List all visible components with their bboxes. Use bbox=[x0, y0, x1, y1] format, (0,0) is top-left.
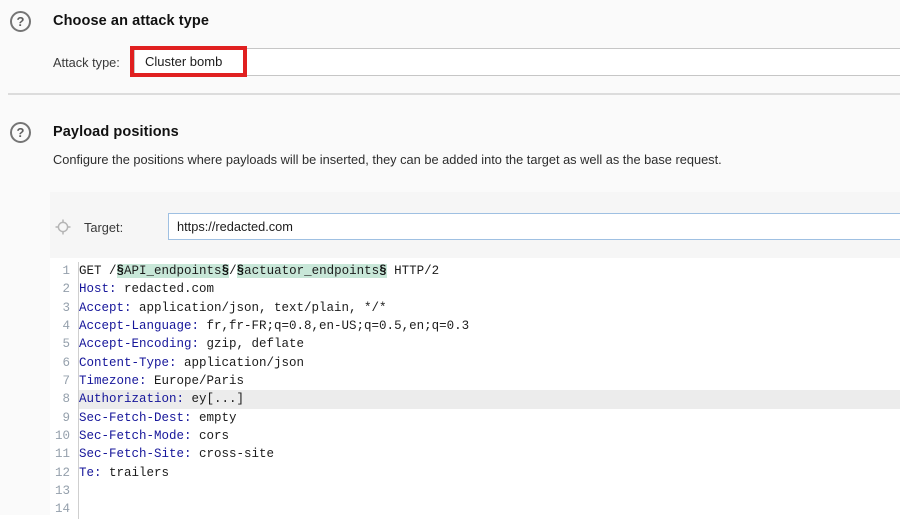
line-number: 13 bbox=[50, 482, 74, 500]
header-name: Accept-Encoding: bbox=[79, 337, 199, 351]
help-icon[interactable]: ? bbox=[10, 122, 31, 143]
line-number: 6 bbox=[50, 354, 74, 372]
request-text: cross-site bbox=[192, 447, 275, 461]
section-divider bbox=[8, 93, 900, 95]
request-line[interactable]: 7Timezone: Europe/Paris bbox=[50, 372, 900, 390]
line-content: Content-Type: application/json bbox=[74, 356, 304, 370]
target-toolbar: Target: bbox=[50, 192, 900, 258]
line-number: 9 bbox=[50, 409, 74, 427]
request-text: redacted.com bbox=[117, 282, 215, 296]
line-number: 11 bbox=[50, 445, 74, 463]
request-editor[interactable]: 1GET /§API_endpoints§/§actuator_endpoint… bbox=[50, 258, 900, 515]
request-line[interactable]: 2Host: redacted.com bbox=[50, 280, 900, 298]
request-text: ey[...] bbox=[184, 392, 244, 406]
payload-position-marker: § bbox=[117, 264, 125, 278]
line-content: Host: redacted.com bbox=[74, 282, 214, 296]
line-number: 7 bbox=[50, 372, 74, 390]
header-name: Te: bbox=[79, 466, 102, 480]
line-content: Sec-Fetch-Mode: cors bbox=[74, 429, 229, 443]
payload-positions-panel: Target: 1GET /§API_endpoints§/§actuator_… bbox=[50, 192, 900, 515]
request-line[interactable]: 13 bbox=[50, 482, 900, 500]
request-line[interactable]: 1GET /§API_endpoints§/§actuator_endpoint… bbox=[50, 262, 900, 280]
request-line[interactable]: 12Te: trailers bbox=[50, 464, 900, 482]
request-text: fr,fr-FR;q=0.8,en-US;q=0.5,en;q=0.3 bbox=[199, 319, 469, 333]
request-text: / bbox=[229, 264, 237, 278]
line-content: Authorization: ey[...] bbox=[74, 392, 244, 406]
payload-position: API_endpoints bbox=[124, 264, 222, 278]
line-number: 8 bbox=[50, 390, 74, 408]
line-number: 14 bbox=[50, 500, 74, 518]
target-label: Target: bbox=[84, 220, 123, 235]
payload-position-marker: § bbox=[222, 264, 230, 278]
request-line[interactable]: 3Accept: application/json, text/plain, *… bbox=[50, 299, 900, 317]
request-line[interactable]: 14 bbox=[50, 500, 900, 518]
payload-position-marker: § bbox=[379, 264, 387, 278]
attack-type-dropdown[interactable]: Cluster bomb bbox=[134, 48, 900, 76]
line-number: 2 bbox=[50, 280, 74, 298]
request-text: application/json, text/plain, */* bbox=[132, 301, 387, 315]
line-content: Sec-Fetch-Site: cross-site bbox=[74, 447, 274, 461]
attack-type-section-title: Choose an attack type bbox=[53, 13, 209, 29]
header-name: Content-Type: bbox=[79, 356, 177, 370]
line-number: 3 bbox=[50, 299, 74, 317]
request-line[interactable]: 5Accept-Encoding: gzip, deflate bbox=[50, 335, 900, 353]
target-crosshair-icon bbox=[55, 219, 71, 235]
header-name: Timezone: bbox=[79, 374, 147, 388]
request-text: trailers bbox=[102, 466, 170, 480]
line-number: 1 bbox=[50, 262, 74, 280]
request-line[interactable]: 11Sec-Fetch-Site: cross-site bbox=[50, 445, 900, 463]
line-content: GET /§API_endpoints§/§actuator_endpoints… bbox=[74, 264, 439, 278]
header-name: Accept: bbox=[79, 301, 132, 315]
header-name: Sec-Fetch-Dest: bbox=[79, 411, 192, 425]
request-text: GET / bbox=[79, 264, 117, 278]
request-text: HTTP/2 bbox=[387, 264, 440, 278]
payload-positions-section-title: Payload positions bbox=[53, 124, 179, 140]
payload-positions-description: Configure the positions where payloads w… bbox=[53, 152, 722, 167]
request-line[interactable]: 6Content-Type: application/json bbox=[50, 354, 900, 372]
header-name: Sec-Fetch-Site: bbox=[79, 447, 192, 461]
request-text: empty bbox=[192, 411, 237, 425]
line-content: Timezone: Europe/Paris bbox=[74, 374, 244, 388]
request-text: Europe/Paris bbox=[147, 374, 245, 388]
line-content: Te: trailers bbox=[74, 466, 169, 480]
request-line[interactable]: 4Accept-Language: fr,fr-FR;q=0.8,en-US;q… bbox=[50, 317, 900, 335]
header-name: Authorization: bbox=[79, 392, 184, 406]
line-number: 10 bbox=[50, 427, 74, 445]
request-line[interactable]: 9Sec-Fetch-Dest: empty bbox=[50, 409, 900, 427]
line-content bbox=[74, 484, 79, 498]
help-icon[interactable]: ? bbox=[10, 11, 31, 32]
line-content: Accept-Encoding: gzip, deflate bbox=[74, 337, 304, 351]
header-name: Sec-Fetch-Mode: bbox=[79, 429, 192, 443]
line-content: Accept: application/json, text/plain, */… bbox=[74, 301, 387, 315]
line-content bbox=[74, 502, 79, 516]
payload-position: actuator_endpoints bbox=[244, 264, 379, 278]
payload-position-marker: § bbox=[237, 264, 245, 278]
line-content: Sec-Fetch-Dest: empty bbox=[74, 411, 237, 425]
request-line[interactable]: 10Sec-Fetch-Mode: cors bbox=[50, 427, 900, 445]
line-number: 5 bbox=[50, 335, 74, 353]
target-url-input[interactable] bbox=[168, 213, 900, 240]
request-line-selected[interactable]: 8Authorization: ey[...] bbox=[50, 390, 900, 408]
request-text: application/json bbox=[177, 356, 305, 370]
request-text: gzip, deflate bbox=[199, 337, 304, 351]
attack-type-label: Attack type: bbox=[53, 55, 120, 70]
intruder-page: ? Choose an attack type Attack type: Clu… bbox=[0, 0, 900, 515]
header-name: Host: bbox=[79, 282, 117, 296]
header-name: Accept-Language: bbox=[79, 319, 199, 333]
line-number: 4 bbox=[50, 317, 74, 335]
line-number: 12 bbox=[50, 464, 74, 482]
request-text: cors bbox=[192, 429, 230, 443]
line-content: Accept-Language: fr,fr-FR;q=0.8,en-US;q=… bbox=[74, 319, 469, 333]
